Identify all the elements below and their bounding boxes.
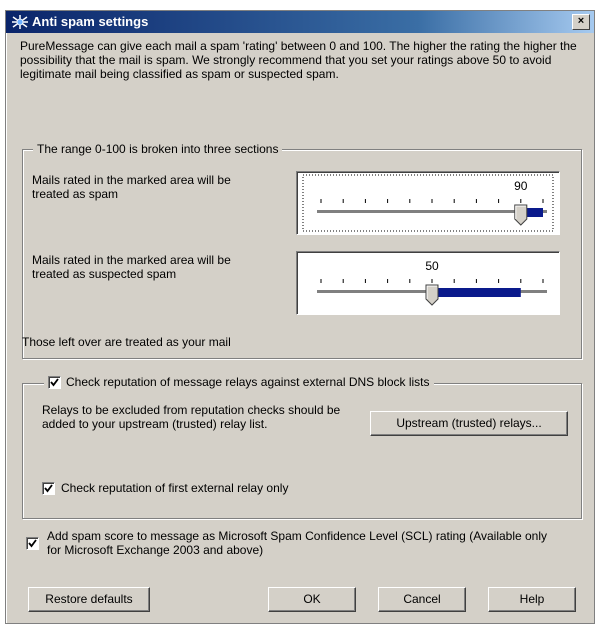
anti-spam-dialog: Anti spam settings × PureMessage can giv… bbox=[5, 10, 595, 624]
scl-checkbox[interactable] bbox=[26, 537, 39, 550]
scl-option[interactable]: Add spam score to message as Microsoft S… bbox=[26, 529, 547, 557]
app-icon bbox=[12, 15, 28, 29]
close-button[interactable]: × bbox=[572, 14, 590, 30]
suspected-slider-thumb[interactable] bbox=[425, 284, 439, 306]
suspected-slider-label: Mails rated in the marked area will be t… bbox=[32, 253, 231, 281]
spam-slider[interactable]: 90 bbox=[296, 171, 560, 235]
suspected-slider-range-fill bbox=[432, 288, 521, 297]
suspected-slider-track[interactable]: 50 bbox=[297, 252, 559, 314]
intro-text: PureMessage can give each mail a spam 'r… bbox=[20, 39, 577, 81]
upstream-relays-button[interactable]: Upstream (trusted) relays... bbox=[370, 411, 568, 436]
cancel-button[interactable]: Cancel bbox=[378, 587, 466, 612]
ok-button[interactable]: OK bbox=[268, 587, 356, 612]
first-relay-label[interactable]: Check reputation of first external relay… bbox=[61, 481, 288, 495]
window-title: Anti spam settings bbox=[32, 14, 149, 29]
relay-exclusion-text: Relays to be excluded from reputation ch… bbox=[42, 403, 341, 431]
spam-slider-value-label: 90 bbox=[514, 179, 528, 193]
check-icon bbox=[50, 377, 59, 386]
spam-slider-thumb[interactable] bbox=[514, 204, 528, 226]
remaining-text: Those left over are treated as your mail bbox=[22, 335, 231, 349]
restore-defaults-button[interactable]: Restore defaults bbox=[28, 587, 150, 612]
dns-checkbox[interactable] bbox=[48, 375, 61, 389]
suspected-slider-value-label: 50 bbox=[425, 259, 439, 273]
help-button[interactable]: Help bbox=[488, 587, 576, 612]
scl-label[interactable]: Add spam score to message as Microsoft S… bbox=[47, 529, 547, 557]
suspected-slider[interactable]: 50 bbox=[296, 251, 560, 315]
first-relay-option[interactable]: Check reputation of first external relay… bbox=[42, 481, 288, 495]
range-legend: The range 0-100 is broken into three sec… bbox=[33, 142, 283, 156]
spam-slider-groove bbox=[317, 210, 547, 213]
title-bar[interactable]: Anti spam settings × bbox=[6, 11, 594, 33]
check-icon bbox=[44, 483, 53, 492]
spam-slider-label: Mails rated in the marked area will be t… bbox=[32, 173, 231, 201]
first-relay-checkbox[interactable] bbox=[42, 481, 55, 495]
spam-slider-track[interactable]: 90 bbox=[297, 172, 559, 234]
check-icon bbox=[28, 539, 37, 548]
dns-legend[interactable]: Check reputation of message relays again… bbox=[44, 375, 434, 389]
dns-checkbox-label[interactable]: Check reputation of message relays again… bbox=[66, 375, 430, 389]
